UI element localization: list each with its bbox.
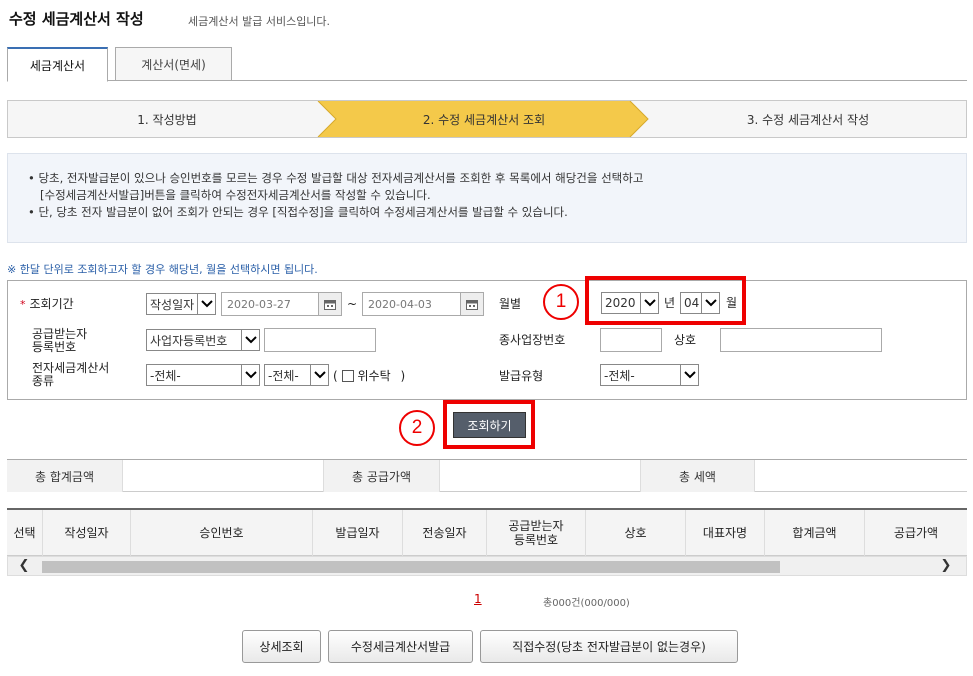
chevron-down-icon [680, 365, 698, 385]
step-1: 1. 작성방법 [137, 112, 197, 127]
calendar-icon[interactable] [318, 292, 342, 316]
info-line-2: [수정세금계산서발급]버튼을 클릭하여 수정전자세금계산서를 작성할 수 있습니… [40, 188, 431, 202]
date-to-input[interactable]: 2020-04-03 [362, 292, 461, 316]
paren-open: ( [333, 369, 338, 383]
receiver-number-input[interactable] [264, 328, 376, 352]
issue-type-select[interactable]: -전체- [600, 364, 699, 386]
company-label: 상호 [674, 333, 697, 347]
scroll-right-icon[interactable]: ❯ [936, 558, 956, 573]
step-3: 3. 수정 세금계산서 작성 [746, 112, 870, 127]
tab-invoice-exempt[interactable]: 계산서(면세) [115, 47, 232, 81]
total-supply-value [440, 460, 641, 492]
paren-close: ) [400, 369, 406, 383]
receiver-label: 공급받는자 등록번호 [32, 328, 87, 354]
total-amount-label: 총 합계금액 [7, 460, 123, 492]
col-supply-amount[interactable]: 공급가액 [865, 510, 967, 556]
consign-checkbox[interactable] [341, 370, 354, 382]
kind-2-value: -전체- [268, 368, 299, 383]
receiver-label-line2: 등록번호 [32, 340, 77, 354]
tab-bar: 세금계산서 계산서(면세) [7, 47, 967, 82]
receiver-type-select[interactable]: 사업자등록번호 [146, 329, 260, 351]
tab-tax-invoice[interactable]: 세금계산서 [7, 47, 108, 82]
issue-type-value: -전체- [604, 368, 635, 383]
kind-1-value: -전체- [150, 368, 181, 383]
issue-modified-button[interactable]: 수정세금계산서발급 [328, 630, 473, 663]
kind-select-2[interactable]: -전체- [264, 364, 329, 386]
direct-modify-button[interactable]: 직접수정(당초 전자발급분이 없는경우) [480, 630, 738, 663]
total-tax-label: 총 세액 [641, 460, 755, 492]
date-type-value: 작성일자 [150, 297, 195, 312]
month-label: 월별 [499, 297, 522, 311]
period-label: * 조회기간 [20, 297, 74, 312]
chevron-down-icon [241, 330, 259, 350]
col-company[interactable]: 상호 [586, 510, 686, 556]
date-type-select[interactable]: 작성일자 [146, 293, 216, 315]
detail-button[interactable]: 상세조회 [242, 630, 321, 663]
page-subtitle: 세금계산서 발급 서비스입니다. [188, 15, 331, 28]
col-issue-date[interactable]: 발급일자 [313, 510, 403, 556]
kind-select-1[interactable]: -전체- [146, 364, 260, 386]
scroll-thumb[interactable] [42, 561, 780, 573]
col-receiver-number[interactable]: 공급받는자 등록번호 [487, 510, 586, 556]
consign-group: ( 위수탁 ) [333, 370, 405, 383]
highlight-year-month [585, 276, 746, 325]
company-input[interactable] [720, 328, 882, 352]
page-link-1[interactable]: 1 [474, 592, 482, 606]
col-representative[interactable]: 대표자명 [686, 510, 765, 556]
search-panel: * 조회기간 작성일자 2020-03-27 ~ 2020-04-03 월별 20… [7, 280, 967, 400]
total-tax-value [755, 460, 967, 492]
col-send-date[interactable]: 전송일자 [403, 510, 487, 556]
tilde: ~ [347, 297, 358, 311]
page-title: 수정 세금계산서 작성 [9, 10, 144, 28]
kind-label: 전자세금계산서 종류 [32, 362, 109, 388]
total-count: 총000건(000/000) [543, 598, 630, 609]
consign-label: 위수탁 [357, 369, 391, 383]
chevron-down-icon [197, 294, 215, 314]
col-write-date[interactable]: 작성일자 [43, 510, 131, 556]
total-supply-label: 총 공급가액 [324, 460, 440, 492]
col-select[interactable]: 선택 [7, 510, 43, 556]
chevron-down-icon [241, 365, 259, 385]
step-bar: 1. 작성방법 2. 수정 세금계산서 조회 3. 수정 세금계산서 작성 [7, 100, 967, 138]
sub-biz-input[interactable] [600, 328, 662, 352]
marker-1: 1 [543, 284, 579, 320]
total-amount-value [123, 460, 324, 492]
required-mark: * [20, 298, 26, 311]
issue-type-label: 발급유형 [499, 369, 544, 383]
receiver-type-value: 사업자등록번호 [150, 333, 228, 348]
scroll-left-icon[interactable]: ❮ [14, 558, 34, 573]
col-total-amount[interactable]: 합계금액 [765, 510, 865, 556]
search-button[interactable]: 조회하기 [453, 412, 526, 438]
step-2: 2. 수정 세금계산서 조회 [422, 112, 546, 127]
sub-biz-label: 종사업장번호 [499, 333, 566, 347]
chevron-down-icon [310, 365, 328, 385]
date-from-input[interactable]: 2020-03-27 [221, 292, 320, 316]
info-line-3: • 단, 당초 전자 발급분이 없어 조회가 안되는 경우 [직접수정]을 클릭… [28, 205, 568, 219]
col-approval-number[interactable]: 승인번호 [131, 510, 313, 556]
totals-row: 총 합계금액 총 공급가액 총 세액 [7, 459, 967, 492]
kind-label-line2: 종류 [32, 374, 55, 388]
horizontal-scrollbar[interactable]: ❮ ❯ [7, 556, 967, 576]
info-line-1: • 당초, 전자발급분이 있으나 승인번호를 모르는 경우 수정 발급할 대상 … [28, 171, 644, 185]
period-label-text: 조회기간 [29, 297, 74, 311]
calendar-icon[interactable] [460, 292, 484, 316]
monthly-note: ※ 한달 단위로 조회하고자 할 경우 해당년, 월을 선택하시면 됩니다. [7, 263, 318, 276]
result-grid-header: 선택 작성일자 승인번호 발급일자 전송일자 공급받는자 등록번호 상호 대표자… [7, 508, 967, 556]
info-box: • 당초, 전자발급분이 있으나 승인번호를 모르는 경우 수정 발급할 대상 … [7, 153, 967, 243]
marker-2: 2 [399, 410, 435, 446]
